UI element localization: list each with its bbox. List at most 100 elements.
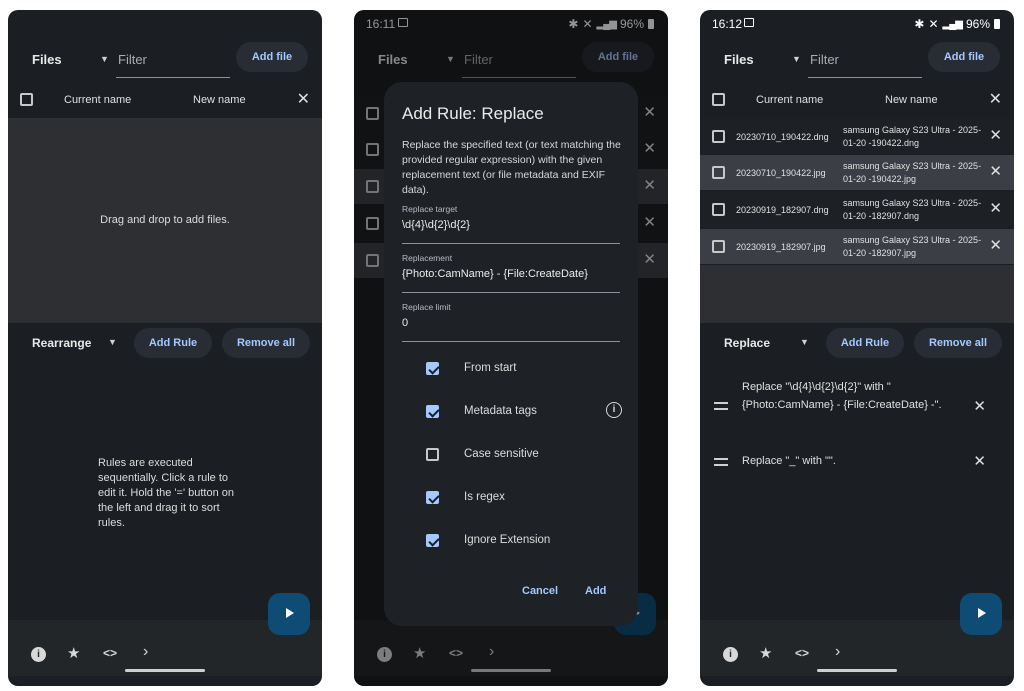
new-name: samsung Galaxy S23 Ultra - 2025-01-20 -1… [843,125,982,148]
metadata-info-icon[interactable]: i [606,402,622,418]
drag-handle-icon[interactable] [714,402,728,410]
option-metadata-tags[interactable]: Metadata tags i [426,402,622,422]
home-indicator [817,669,897,672]
current-name: 20230919_182907.dng [736,205,829,215]
chevron-right-icon[interactable]: › [143,643,148,661]
chevron-right-icon[interactable]: › [835,643,840,661]
gallery-notification-icon [744,18,754,27]
rules-dropdown-icon[interactable]: ▼ [108,337,117,347]
files-dropdown-icon[interactable]: ▼ [100,54,109,64]
code-icon[interactable]: <> [103,646,117,660]
drag-handle-icon[interactable] [714,458,728,466]
run-button[interactable] [268,593,310,635]
row-checkbox[interactable] [712,203,725,216]
clear-files-icon[interactable]: ✕ [297,89,310,109]
option-ignore-extension[interactable]: Ignore Extension [426,531,616,551]
bluetooth-icon: ✱ [914,17,925,31]
row-checkbox[interactable] [712,166,725,179]
current-name-header: Current name [64,94,132,106]
filter-input[interactable]: Filter [116,42,230,78]
rule-text: Replace "_" with "". [742,455,836,467]
clear-files-icon[interactable]: ✕ [989,89,1002,109]
replacement-field[interactable]: Replacement {Photo:CamName} - {File:Crea… [402,253,620,293]
info-icon[interactable]: i [723,647,738,662]
files-toolbar: Files ▼ Filter Add file [700,36,1014,86]
status-icons: ✱ ✕ ▂▄▆ 96% [914,17,1000,31]
option-from-start[interactable]: From start [426,359,616,379]
rules-mode-label[interactable]: Rearrange [32,336,91,350]
new-name-header: New name [193,94,246,106]
add-rule-button[interactable]: Add Rule [134,328,212,358]
code-icon[interactable]: <> [795,646,809,660]
add-rule-button[interactable]: Add Rule [826,328,904,358]
table-row[interactable]: 20230919_182907.dng samsung Galaxy S23 U… [700,192,1014,227]
dialog-title: Add Rule: Replace [402,104,544,123]
row-checkbox[interactable] [712,240,725,253]
replace-target-field[interactable]: Replace target \d{4}\d{2}\d{2} [402,204,620,244]
wifi-signal-icon: ▂▄▆ [942,18,963,30]
status-time: 16:12 [712,17,743,31]
field-label: Replace target [402,204,458,214]
option-is-regex[interactable]: Is regex [426,488,616,508]
remove-rule-icon[interactable]: ✕ [973,397,986,415]
info-icon[interactable]: i [31,647,46,662]
mute-icon: ✕ [928,17,939,31]
metadata-tags-checkbox[interactable] [426,405,439,418]
rules-mode-label[interactable]: Replace [724,336,770,350]
field-value[interactable]: \d{4}\d{2}\d{2} [402,219,470,231]
battery-icon [994,19,1000,29]
remove-all-button[interactable]: Remove all [914,328,1002,358]
option-label: From start [464,362,517,374]
table-row[interactable]: 20230919_182907.jpg samsung Galaxy S23 U… [700,229,1014,264]
star-icon[interactable]: ★ [67,644,80,662]
add-button[interactable]: Add [585,585,606,597]
add-file-button[interactable]: Add file [928,42,1000,72]
table-row[interactable]: 20230710_190422.jpg samsung Galaxy S23 U… [700,155,1014,190]
current-name: 20230919_182907.jpg [736,242,826,252]
is-regex-checkbox[interactable] [426,491,439,504]
rules-toolbar: Replace ▼ Add Rule Remove all [700,323,1014,363]
rules-hint: Rules are executed sequentially. Click a… [98,457,234,529]
file-list-header: Current name New name ✕ [700,86,1014,114]
rules-dropdown-icon[interactable]: ▼ [800,337,809,347]
replace-limit-field[interactable]: Replace limit 0 [402,302,620,342]
remove-file-icon[interactable]: ✕ [989,126,1002,144]
add-rule-dialog: Add Rule: Replace Replace the specified … [384,82,638,626]
add-file-button[interactable]: Add file [236,42,308,72]
rules-toolbar: Rearrange ▼ Add Rule Remove all [8,323,322,363]
remove-all-button[interactable]: Remove all [222,328,310,358]
filter-placeholder: Filter [118,52,147,67]
from-start-checkbox[interactable] [426,362,439,375]
row-checkbox[interactable] [712,130,725,143]
option-label: Ignore Extension [464,534,551,546]
field-value[interactable]: 0 [402,317,408,329]
current-name: 20230710_190422.jpg [736,168,826,178]
files-dropdown-icon[interactable]: ▼ [792,54,801,64]
option-label: Is regex [464,491,505,503]
case-sensitive-checkbox[interactable] [426,448,439,461]
files-label: Files [32,52,62,67]
rule-item[interactable]: Replace "\d{4}\d{2}\d{2}" with "{Photo:C… [700,378,1014,434]
rule-item[interactable]: Replace "_" with "". ✕ [700,452,1014,472]
field-value[interactable]: {Photo:CamName} - {File:CreateDate} [402,268,588,280]
remove-file-icon[interactable]: ✕ [989,236,1002,254]
phone-screen-empty: Files ▼ Filter Add file Current name New… [8,10,322,686]
remove-rule-icon[interactable]: ✕ [973,452,986,470]
filter-input[interactable]: Filter [808,42,922,78]
option-case-sensitive[interactable]: Case sensitive [426,445,616,465]
run-button[interactable] [960,593,1002,635]
field-label: Replacement [402,253,453,263]
new-name: samsung Galaxy S23 Ultra - 2025-01-20 -1… [843,198,982,221]
rule-text: Replace "\d{4}\d{2}\d{2}" with "{Photo:C… [742,381,942,411]
select-all-checkbox[interactable] [712,93,725,106]
remove-file-icon[interactable]: ✕ [989,162,1002,180]
remove-file-icon[interactable]: ✕ [989,199,1002,217]
file-drop-area[interactable]: Drag and drop to add files. [8,118,322,323]
star-icon[interactable]: ★ [759,644,772,662]
ignore-extension-checkbox[interactable] [426,534,439,547]
select-all-checkbox[interactable] [20,93,33,106]
cancel-button[interactable]: Cancel [522,585,558,597]
table-row[interactable]: 20230710_190422.dng samsung Galaxy S23 U… [700,119,1014,154]
option-label: Metadata tags [464,405,537,417]
home-indicator [125,669,205,672]
